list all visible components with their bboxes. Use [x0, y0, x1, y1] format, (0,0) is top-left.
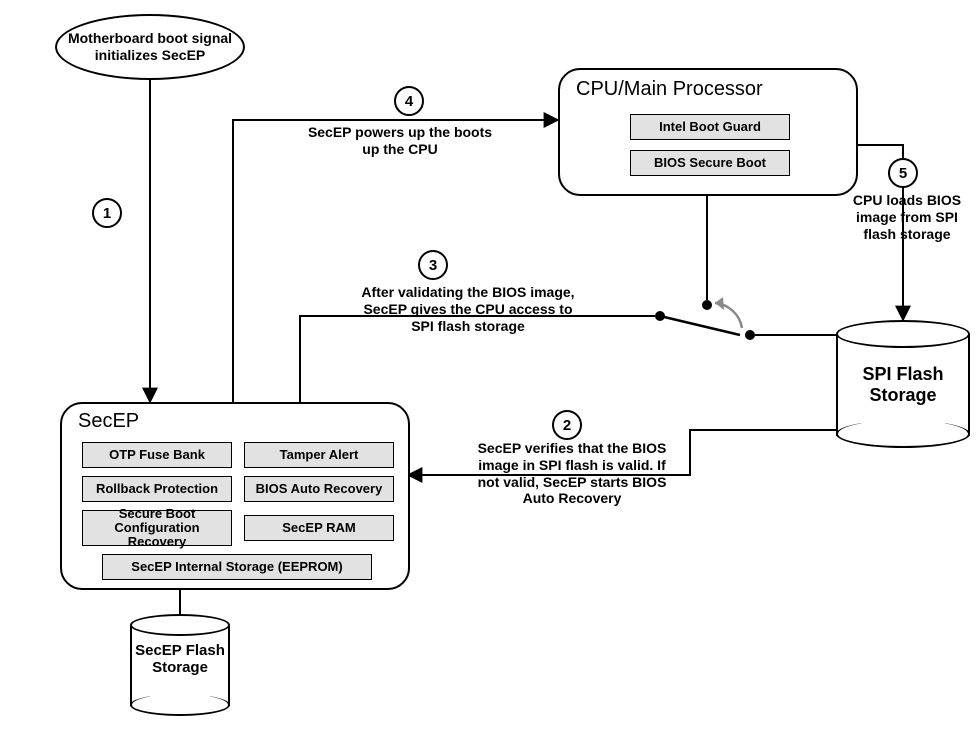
caption-step-3: After validating the BIOS image, SecEP g…	[358, 284, 578, 334]
step-2-badge: 2	[552, 410, 582, 440]
chip-secep-ram: SecEP RAM	[244, 515, 394, 541]
secep-box: SecEP OTP Fuse Bank Tamper Alert Rollbac…	[60, 402, 410, 590]
caption-step-2: SecEP verifies that the BIOS image in SP…	[472, 440, 672, 507]
caption-step-5: CPU loads BIOS image from SPI flash stor…	[842, 192, 972, 242]
secep-flash-cylinder: SecEP Flash Storage	[130, 614, 230, 718]
chip-intel-boot-guard: Intel Boot Guard	[630, 114, 790, 140]
chip-secep-eeprom: SecEP Internal Storage (EEPROM)	[102, 554, 372, 580]
chip-secure-boot-config-recovery: Secure Boot Configuration Recovery	[82, 510, 232, 546]
step-4-badge: 4	[394, 86, 424, 116]
caption-step-4: SecEP powers up the boots up the CPU	[300, 124, 500, 158]
motherboard-label: Motherboard boot signal initializes SecE…	[67, 30, 233, 64]
spi-flash-label: SPI Flash Storage	[836, 364, 970, 405]
step-1-badge: 1	[92, 198, 122, 228]
chip-rollback-protection: Rollback Protection	[82, 476, 232, 502]
step-3-badge: 3	[418, 250, 448, 280]
chip-tamper-alert: Tamper Alert	[244, 442, 394, 468]
motherboard-ellipse: Motherboard boot signal initializes SecE…	[55, 14, 245, 80]
cpu-title: CPU/Main Processor	[576, 78, 763, 101]
chip-bios-secure-boot: BIOS Secure Boot	[630, 150, 790, 176]
cpu-box: CPU/Main Processor Intel Boot Guard BIOS…	[558, 68, 858, 196]
spi-flash-cylinder: SPI Flash Storage	[836, 320, 970, 450]
step-5-badge: 5	[888, 158, 918, 188]
secep-flash-label: SecEP Flash Storage	[130, 642, 230, 677]
chip-bios-auto-recovery: BIOS Auto Recovery	[244, 476, 394, 502]
secep-title: SecEP	[78, 410, 139, 433]
chip-otp-fuse-bank: OTP Fuse Bank	[82, 442, 232, 468]
